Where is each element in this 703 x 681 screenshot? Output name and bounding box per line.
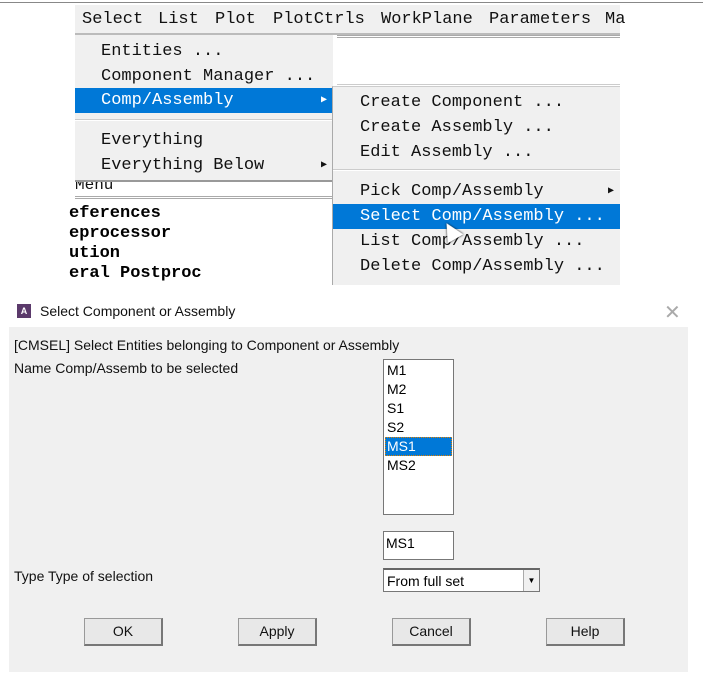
menu-item-list-comp-assembly[interactable]: List Comp/Assembly ... — [333, 229, 620, 254]
background-panel — [337, 35, 620, 87]
menu-item-create-assembly[interactable]: Create Assembly ... — [333, 115, 620, 140]
tree-item[interactable]: eprocessor — [69, 224, 171, 243]
tree-item[interactable]: ution — [69, 244, 120, 263]
menu-item-create-component[interactable]: Create Component ... — [333, 90, 620, 115]
tree-item[interactable]: eral Postproc — [69, 264, 202, 283]
submenu-arrow-icon: ▶ — [320, 160, 327, 171]
menu-item-entities[interactable]: Entities ... — [75, 39, 333, 64]
list-item[interactable]: M1 — [385, 361, 452, 380]
menu-separator — [75, 119, 333, 121]
type-label: Type Type of selection — [14, 568, 154, 584]
menu-plotctrls[interactable]: PlotCtrls — [273, 10, 365, 29]
menu-item-component-manager[interactable]: Component Manager ... — [75, 64, 333, 89]
dialog-titlebar: A Select Component or Assembly ✕ — [9, 297, 688, 327]
cancel-button[interactable]: Cancel — [392, 618, 471, 646]
menu-separator — [333, 169, 620, 171]
menu-item-label: Everything Below — [101, 156, 265, 175]
menubar: Select List Plot PlotCtrls WorkPlane Par… — [75, 5, 625, 35]
menu-item-select-comp-assembly[interactable]: Select Comp/Assembly ... — [333, 204, 620, 229]
type-select[interactable]: From full set ▼ — [383, 568, 540, 592]
menu-item-label: Pick Comp/Assembly — [360, 182, 544, 201]
menu-item-everything[interactable]: Everything — [75, 128, 333, 153]
list-item-selected[interactable]: MS1 — [385, 437, 452, 456]
submenu-arrow-icon: ▶ — [607, 186, 614, 197]
component-listbox[interactable]: M1 M2 S1 S2 MS1 MS2 — [383, 359, 454, 515]
menu-item-label: Comp/Assembly — [101, 91, 234, 110]
app-icon: A — [17, 304, 31, 318]
main-menu-tree: eferences eprocessor ution eral Postproc — [69, 196, 332, 285]
list-item[interactable]: M2 — [385, 380, 452, 399]
name-input[interactable]: MS1 — [383, 531, 454, 560]
ok-button[interactable]: OK — [84, 618, 163, 646]
menu-select[interactable]: Select — [82, 10, 143, 29]
submenu-arrow-icon: ▶ — [320, 95, 327, 106]
list-item[interactable]: S1 — [385, 399, 452, 418]
command-description: [CMSEL] Select Entities belonging to Com… — [14, 337, 400, 353]
comp-assembly-submenu: Create Component ... Create Assembly ...… — [332, 86, 620, 285]
menu-item-delete-comp-assembly[interactable]: Delete Comp/Assembly ... — [333, 254, 620, 279]
menu-macro[interactable]: Ma — [605, 10, 625, 29]
menu-parameters[interactable]: Parameters — [489, 10, 591, 29]
type-select-value: From full set — [387, 573, 465, 589]
select-menu: Entities ... Component Manager ... Comp/… — [75, 35, 333, 182]
help-button[interactable]: Help — [546, 618, 625, 646]
dialog-title: Select Component or Assembly — [40, 303, 236, 319]
name-label: Name Comp/Assemb to be selected — [14, 360, 239, 376]
menu-item-everything-below[interactable]: Everything Below ▶ — [75, 153, 333, 178]
tree-item[interactable]: eferences — [69, 204, 161, 223]
top-border — [0, 2, 703, 3]
chevron-down-icon[interactable]: ▼ — [523, 570, 539, 591]
list-item[interactable]: S2 — [385, 418, 452, 437]
close-icon[interactable]: ✕ — [664, 300, 681, 325]
menu-item-edit-assembly[interactable]: Edit Assembly ... — [333, 140, 620, 165]
apply-button[interactable]: Apply — [238, 618, 317, 646]
dialog-body: [CMSEL] Select Entities belonging to Com… — [9, 327, 688, 672]
menu-list[interactable]: List — [158, 10, 199, 29]
list-item[interactable]: MS2 — [385, 456, 452, 475]
menu-item-comp-assembly[interactable]: Comp/Assembly ▶ — [75, 88, 333, 113]
menu-workplane[interactable]: WorkPlane — [381, 10, 473, 29]
menu-plot[interactable]: Plot — [215, 10, 256, 29]
menu-item-pick-comp-assembly[interactable]: Pick Comp/Assembly ▶ — [333, 179, 620, 204]
